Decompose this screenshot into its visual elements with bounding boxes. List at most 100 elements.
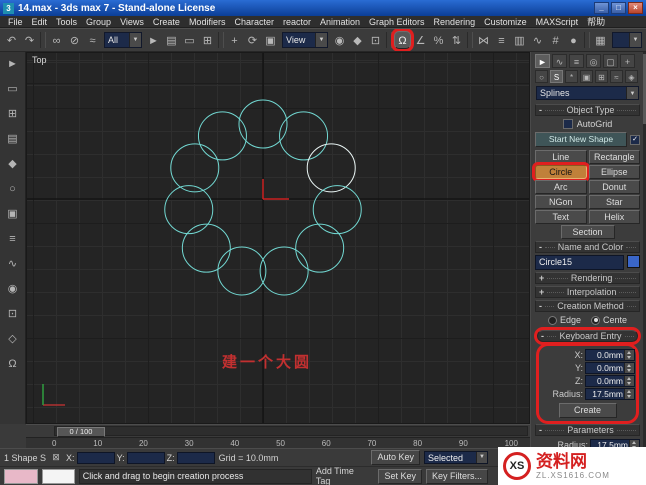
menu-item-edit[interactable]: Edit [28, 16, 52, 27]
helpers-category-icon[interactable]: ⊞ [595, 70, 608, 83]
unlink-selection-icon[interactable]: ⊘ [66, 31, 83, 49]
object-type-button-circle[interactable]: Circle [535, 165, 587, 179]
maximize-button[interactable]: □ [611, 2, 626, 14]
spline-circle[interactable] [259, 246, 309, 296]
menu-item-tools[interactable]: Tools [52, 16, 81, 27]
selection-filter-dropdown[interactable]: All ▼ [104, 32, 142, 48]
select-and-manipulate-icon[interactable]: ◆ [349, 31, 366, 49]
rollout-object-type[interactable]: - Object Type [535, 104, 640, 116]
spline-circle[interactable] [217, 246, 267, 296]
spline-circle[interactable] [197, 111, 247, 161]
menu-item-animation[interactable]: Animation [316, 16, 364, 27]
spline-circle[interactable] [164, 185, 214, 235]
menu-item-character[interactable]: Character [230, 16, 278, 27]
timeline-ruler[interactable]: 0 10 20 30 40 50 60 70 80 90 100 [26, 437, 530, 448]
spinner[interactable] [624, 362, 634, 373]
lights-category-icon[interactable]: * [565, 70, 578, 83]
autogrid-checkbox[interactable] [562, 119, 573, 129]
maxscript-mini-listener-white[interactable] [41, 468, 75, 484]
spinner[interactable] [624, 388, 634, 399]
undo-icon[interactable]: ↶ [3, 31, 20, 49]
create-button[interactable]: Create [558, 403, 617, 418]
left-tool-diamond-icon[interactable]: ◇ [4, 331, 22, 347]
object-name-input[interactable]: Circle15 [535, 255, 624, 270]
spinner-down-icon[interactable] [625, 368, 634, 373]
left-tool-magnet-icon[interactable]: Ω [4, 356, 22, 372]
object-type-button-donut[interactable]: Donut [588, 180, 640, 194]
menu-item-create[interactable]: Create [149, 16, 184, 27]
coordinate-x-field[interactable] [76, 451, 115, 464]
left-tool-grid-icon[interactable]: ⊞ [4, 106, 22, 122]
spline-circle[interactable] [279, 111, 329, 161]
menu-item-views[interactable]: Views [116, 16, 148, 27]
chevron-down-icon[interactable]: ▼ [626, 87, 638, 99]
time-slider[interactable]: 0 / 100 [57, 427, 105, 437]
rollout-keyboard-entry[interactable]: - Keyboard Entry [537, 330, 638, 342]
spinner-down-icon[interactable] [625, 394, 634, 399]
start-new-shape-checkbox[interactable]: ✓ [630, 134, 640, 145]
creation-method-option-cente[interactable]: Cente [591, 315, 627, 325]
select-and-scale-icon[interactable]: ▣ [262, 31, 279, 49]
rollout-creation-method[interactable]: - Creation Method [535, 300, 640, 312]
radio-icon[interactable] [547, 315, 557, 325]
utilities-tab-icon[interactable]: + [620, 54, 635, 68]
snap-toggle-icon[interactable]: Ω [394, 31, 411, 49]
bind-to-space-warp-icon[interactable]: ≈ [84, 31, 101, 49]
rollout-parameters[interactable]: - Parameters [535, 424, 640, 436]
menu-item-帮助[interactable]: 帮助 [583, 16, 609, 27]
spline-circle[interactable] [306, 143, 356, 193]
keyboard-entry-x-input[interactable]: 0.0mm [585, 348, 635, 361]
curve-editor-icon[interactable]: ∿ [529, 31, 546, 49]
object-type-button-line[interactable]: Line [535, 150, 587, 164]
hierarchy-tab-icon[interactable]: ≡ [569, 54, 584, 68]
mirror-icon[interactable]: ⋈ [475, 31, 492, 49]
render-setup-icon[interactable]: ▦ [592, 31, 609, 49]
left-tool-align-icon[interactable]: ≡ [4, 231, 22, 247]
close-button[interactable]: × [628, 2, 643, 14]
spinner-snap-icon[interactable]: ⇅ [448, 31, 465, 49]
timeline-track[interactable]: 0 / 100 [54, 426, 528, 437]
menu-item-customize[interactable]: Customize [480, 16, 531, 27]
schematic-view-icon[interactable]: # [547, 31, 564, 49]
creation-method-option-edge[interactable]: Edge [547, 315, 581, 325]
spline-circle[interactable] [295, 223, 345, 273]
spinner-down-icon[interactable] [625, 355, 634, 360]
window-crossing-icon[interactable]: ⊞ [199, 31, 216, 49]
spline-circle[interactable] [170, 143, 220, 193]
cameras-category-icon[interactable]: ▣ [580, 70, 593, 83]
minimize-button[interactable]: _ [594, 2, 609, 14]
menu-item-modifiers[interactable]: Modifiers [185, 16, 230, 27]
keyboard-override-icon[interactable]: ⊡ [367, 31, 384, 49]
menu-item-graph-editors[interactable]: Graph Editors [365, 16, 429, 27]
spinner[interactable] [624, 375, 634, 386]
left-tool-circle-icon[interactable]: ○ [4, 181, 22, 197]
menu-item-group[interactable]: Group [82, 16, 115, 27]
spline-circle[interactable] [312, 185, 362, 235]
left-tool-list-icon[interactable]: ▤ [4, 131, 22, 147]
left-tool-frame-icon[interactable]: ⊡ [4, 306, 22, 322]
maxscript-mini-listener-pink[interactable] [4, 468, 38, 484]
rollout-rendering[interactable]: + Rendering [535, 272, 640, 284]
menu-item-file[interactable]: File [4, 16, 27, 27]
space-warps-category-icon[interactable]: ≈ [610, 70, 623, 83]
menu-item-reactor[interactable]: reactor [279, 16, 315, 27]
percent-snap-icon[interactable]: % [430, 31, 447, 49]
angle-snap-icon[interactable]: ∠ [412, 31, 429, 49]
render-preset-dropdown[interactable]: ▼ [612, 32, 642, 48]
geometry-category-icon[interactable]: ○ [535, 70, 548, 83]
rollout-name-and-color[interactable]: - Name and Color [535, 241, 640, 253]
motion-tab-icon[interactable]: ◎ [586, 54, 601, 68]
coordinate-z-field[interactable] [176, 451, 215, 464]
left-tool-select-icon[interactable]: ► [4, 56, 22, 72]
object-type-button-star[interactable]: Star [588, 195, 640, 209]
left-tool-region-icon[interactable]: ▭ [4, 81, 22, 97]
chevron-down-icon[interactable]: ▼ [629, 33, 641, 47]
viewport-top[interactable]: Top 建一个大圆 [26, 52, 530, 424]
select-by-name-icon[interactable]: ▤ [163, 31, 180, 49]
systems-category-icon[interactable]: ◈ [625, 70, 638, 83]
auto-key-button[interactable]: Auto Key [371, 450, 420, 465]
left-tool-box-icon[interactable]: ▣ [4, 206, 22, 222]
material-editor-icon[interactable]: ● [565, 31, 582, 49]
object-type-button-text[interactable]: Text [535, 210, 587, 224]
create-tab-icon[interactable]: ► [535, 54, 550, 68]
